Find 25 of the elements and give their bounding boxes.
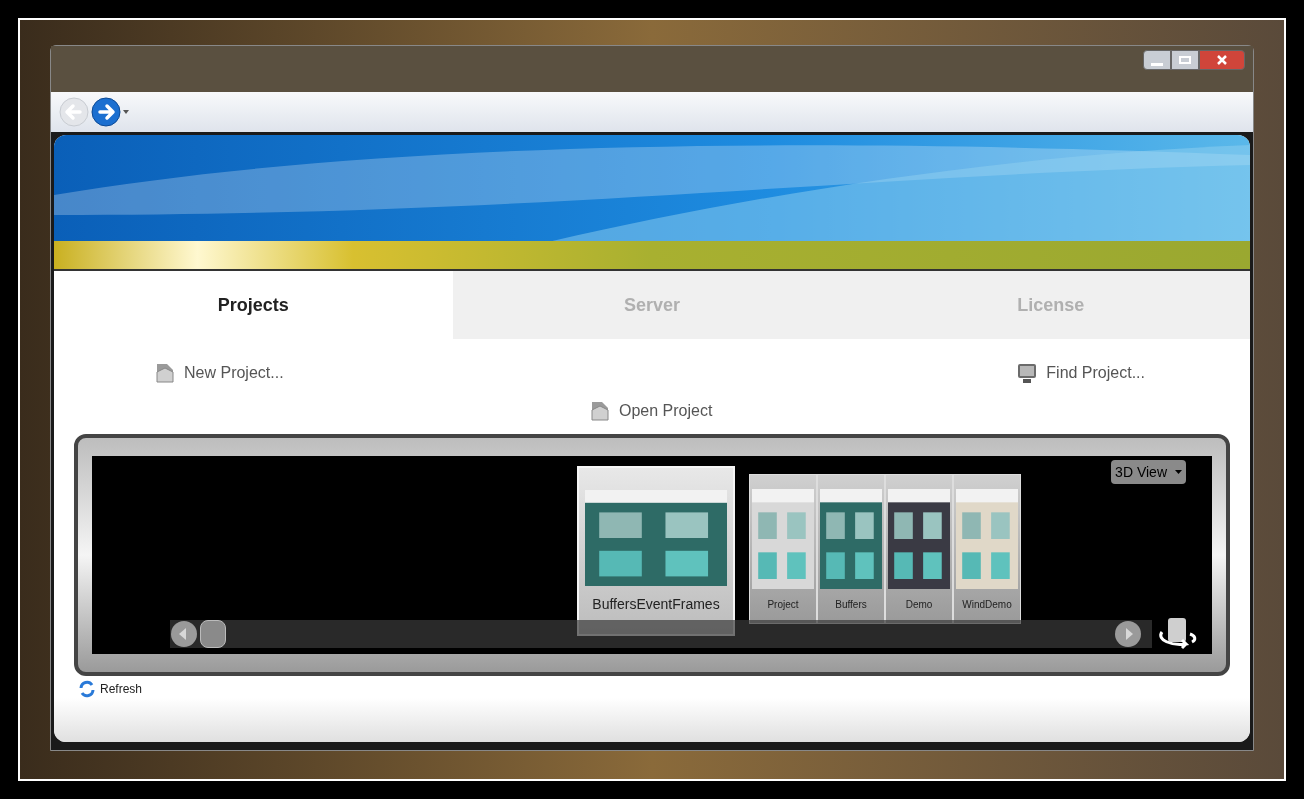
caret-icon — [1175, 470, 1182, 474]
action-link[interactable]: Find Project... — [1046, 361, 1145, 385]
project-label: Project — [766, 598, 800, 612]
scroll-right-button[interactable] — [1114, 620, 1142, 648]
document-icon — [589, 400, 611, 422]
minimize-button[interactable] — [1143, 50, 1171, 70]
project-label: WindDemo — [961, 598, 1013, 612]
maximize-button[interactable] — [1171, 50, 1199, 70]
close-button[interactable] — [1199, 50, 1245, 70]
close-icon — [1217, 55, 1227, 65]
view-dropdown[interactable]: 3D View — [1111, 460, 1186, 484]
document-icon — [154, 362, 176, 384]
action-link[interactable]: Open Project — [619, 399, 713, 423]
forward-button[interactable] — [91, 97, 121, 127]
monitor-icon — [1016, 362, 1039, 384]
project-label: Buffers — [834, 598, 868, 612]
project-label: BuffersEventFrames — [591, 595, 721, 614]
scroll-left-button[interactable] — [170, 620, 198, 648]
dropdown-arrow-icon[interactable] — [123, 110, 129, 114]
action-link[interactable]: New Project... — [184, 361, 284, 385]
scroll-thumb[interactable] — [200, 620, 226, 648]
window-controls[interactable] — [1143, 50, 1245, 70]
refresh-icon — [78, 680, 96, 698]
refresh-link[interactable]: Refresh — [100, 681, 143, 697]
project-label: Demo — [904, 598, 934, 612]
